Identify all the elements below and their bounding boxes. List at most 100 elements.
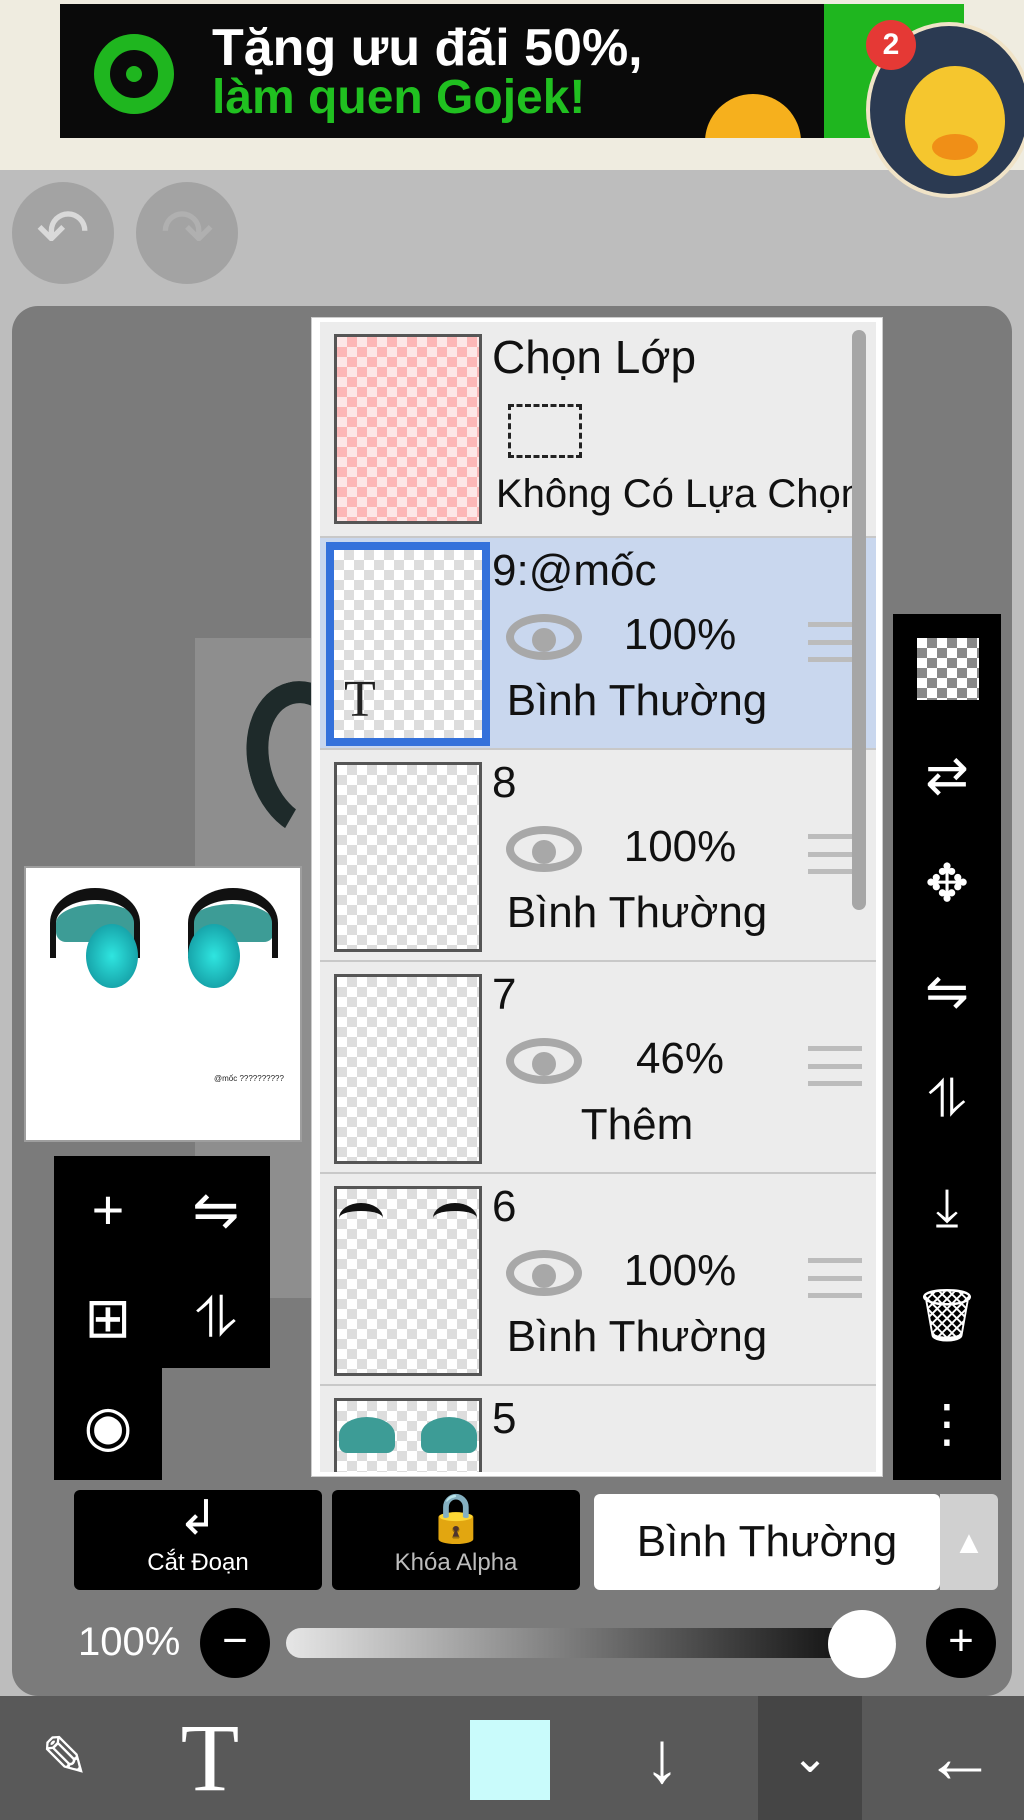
- opacity-slider-thumb[interactable]: [828, 1610, 896, 1678]
- back-button[interactable]: ←: [900, 1696, 1020, 1820]
- flip-horizontal-icon: ⇋: [925, 963, 969, 1021]
- visibility-eye-icon[interactable]: [506, 614, 582, 660]
- layer-opacity: 100%: [623, 822, 737, 871]
- layer-thumbnail: [334, 1398, 482, 1472]
- alpha-lock-button[interactable]: 🔒 Khóa Alpha: [332, 1490, 580, 1590]
- flip-vertical-icon: ⥮: [928, 1071, 966, 1129]
- eye-lid-stroke-left: [339, 1417, 395, 1453]
- layer-thumbnail: T: [326, 542, 490, 746]
- camera-button[interactable]: ◉: [54, 1372, 162, 1480]
- move-button[interactable]: ✥: [893, 830, 1001, 938]
- layer-blend-mode: Bình Thường: [506, 1312, 768, 1361]
- layer-row[interactable]: T 9:@mốc 100% Bình Thường: [320, 538, 876, 750]
- trash-icon: 🗑: [913, 1287, 980, 1345]
- layers-panel[interactable]: Chọn Lớp Không Có Lựa Chọn T 9:@mốc 100%…: [312, 318, 882, 1476]
- chevron-double-down-icon: ⌄: [791, 1733, 829, 1782]
- selection-layer-subtitle: Không Có Lựa Chọn: [496, 472, 864, 516]
- layer-name: 7: [492, 970, 517, 1019]
- swap-layer-button[interactable]: ⇄: [893, 722, 1001, 830]
- duplicate-layer-button[interactable]: ⊞: [54, 1264, 162, 1372]
- layer-opacity: 100%: [623, 610, 737, 659]
- brush-eraser-toggle[interactable]: ✎: [10, 1696, 120, 1820]
- selection-layer-row[interactable]: Chọn Lớp Không Có Lựa Chọn: [320, 322, 876, 538]
- gojek-logo-icon: [94, 34, 174, 114]
- merge-down-icon: ⤓: [935, 1179, 959, 1237]
- flip-layer-horizontal-button[interactable]: ⇋: [893, 938, 1001, 1046]
- eye-iris-right: [188, 924, 240, 988]
- move-icon: ✥: [925, 855, 969, 913]
- layer-name: 8: [492, 758, 517, 807]
- ad-banner[interactable]: Tặng ưu đãi 50%, làm quen Gojek!: [60, 4, 964, 138]
- add-layer-button[interactable]: +: [54, 1156, 162, 1264]
- canvas-preview[interactable]: @mốc ??????????: [24, 866, 302, 1142]
- text-tool-button[interactable]: T: [160, 1696, 260, 1820]
- lock-icon: 🔒: [426, 1492, 486, 1545]
- layer-down-button[interactable]: ↓: [612, 1696, 712, 1820]
- opacity-slider[interactable]: [286, 1628, 896, 1658]
- plus-icon: +: [91, 1178, 125, 1241]
- camera-icon: ◉: [83, 1394, 133, 1457]
- duck-beak: [932, 134, 978, 160]
- flip-vertical-icon: ⥮: [195, 1286, 237, 1349]
- flip-layer-vertical-button[interactable]: ⥮: [893, 1046, 1001, 1154]
- flip-horizontal-icon: ⇋: [192, 1178, 240, 1241]
- flip-horizontal-button[interactable]: ⇋: [162, 1156, 270, 1264]
- alpha-lock-label: Khóa Alpha: [394, 1549, 518, 1576]
- selection-layer-thumbnail: [334, 334, 482, 524]
- ad-decoration: [705, 94, 801, 138]
- flip-vertical-button[interactable]: ⥮: [162, 1264, 270, 1372]
- layer-name: 6: [492, 1182, 517, 1231]
- visibility-eye-icon[interactable]: [506, 1038, 582, 1084]
- eye-lid-stroke-right: [421, 1417, 477, 1453]
- layer-blend-mode: Thêm: [580, 1100, 694, 1149]
- layers-scrollbar[interactable]: [852, 330, 866, 910]
- color-swatch[interactable]: [470, 1720, 550, 1800]
- layer-row[interactable]: 8 100% Bình Thường: [320, 750, 876, 962]
- preview-watermark: @mốc ??????????: [214, 1074, 284, 1083]
- opacity-decrease-button[interactable]: −: [200, 1608, 270, 1678]
- more-vertical-icon: ⋮: [921, 1395, 973, 1453]
- ad-subheadline: làm quen Gojek!: [212, 71, 586, 124]
- visibility-eye-icon[interactable]: [506, 1250, 582, 1296]
- brush-eraser-icon: ✎: [40, 1725, 90, 1790]
- drag-handle-icon[interactable]: [808, 1046, 862, 1086]
- layer-thumbnail: [334, 762, 482, 952]
- merge-down-button[interactable]: ⤓: [893, 1154, 1001, 1262]
- clip-label: Cắt Đoạn: [147, 1549, 249, 1576]
- notification-badge: 2: [866, 20, 916, 70]
- dropdown-arrow-icon[interactable]: ▲: [940, 1494, 998, 1590]
- layer-opacity: 100%: [623, 1246, 737, 1295]
- layer-blend-mode: Bình Thường: [506, 888, 768, 937]
- delete-layer-button[interactable]: 🗑: [893, 1262, 1001, 1370]
- text-tool-icon: T: [180, 1704, 240, 1811]
- layer-name: 5: [492, 1394, 517, 1443]
- quick-tools-notch: [162, 1368, 270, 1480]
- redo-button[interactable]: ↷: [136, 182, 238, 284]
- transparency-button[interactable]: [893, 614, 1001, 722]
- blend-mode-select[interactable]: Bình Thường: [594, 1494, 940, 1590]
- clip-button[interactable]: ↲ Cắt Đoạn: [74, 1490, 322, 1590]
- more-options-button[interactable]: ⋮: [893, 1370, 1001, 1478]
- eyebrow-stroke-left: [339, 1203, 383, 1233]
- layer-row[interactable]: 7 46% Thêm: [320, 962, 876, 1174]
- layer-tools-panel: ⇄ ✥ ⇋ ⥮ ⤓ 🗑 ⋮: [893, 614, 1001, 1480]
- visibility-eye-icon[interactable]: [506, 826, 582, 872]
- layer-row[interactable]: 6 100% Bình Thường: [320, 1174, 876, 1386]
- undo-button[interactable]: ↶: [12, 182, 114, 284]
- eyebrow-stroke-right: [433, 1203, 477, 1233]
- drag-handle-icon[interactable]: [808, 1258, 862, 1298]
- eye-iris-left: [86, 924, 138, 988]
- opacity-increase-button[interactable]: +: [926, 1608, 996, 1678]
- marquee-icon: [508, 404, 582, 458]
- collapse-panel-button[interactable]: ⌄: [758, 1696, 862, 1820]
- clip-arrow-icon: ↲: [177, 1492, 219, 1545]
- minus-icon: −: [222, 1616, 248, 1665]
- ad-headline: Tặng ưu đãi 50%,: [212, 19, 643, 77]
- plus-icon: +: [948, 1616, 974, 1665]
- layer-thumbnail: [334, 974, 482, 1164]
- layer-thumbnail: [334, 1186, 482, 1376]
- layer-row[interactable]: 5: [320, 1386, 876, 1472]
- selection-layer-title: Chọn Lớp: [492, 331, 697, 383]
- opacity-label: 100%: [78, 1620, 181, 1664]
- undo-icon: ↶: [36, 196, 90, 268]
